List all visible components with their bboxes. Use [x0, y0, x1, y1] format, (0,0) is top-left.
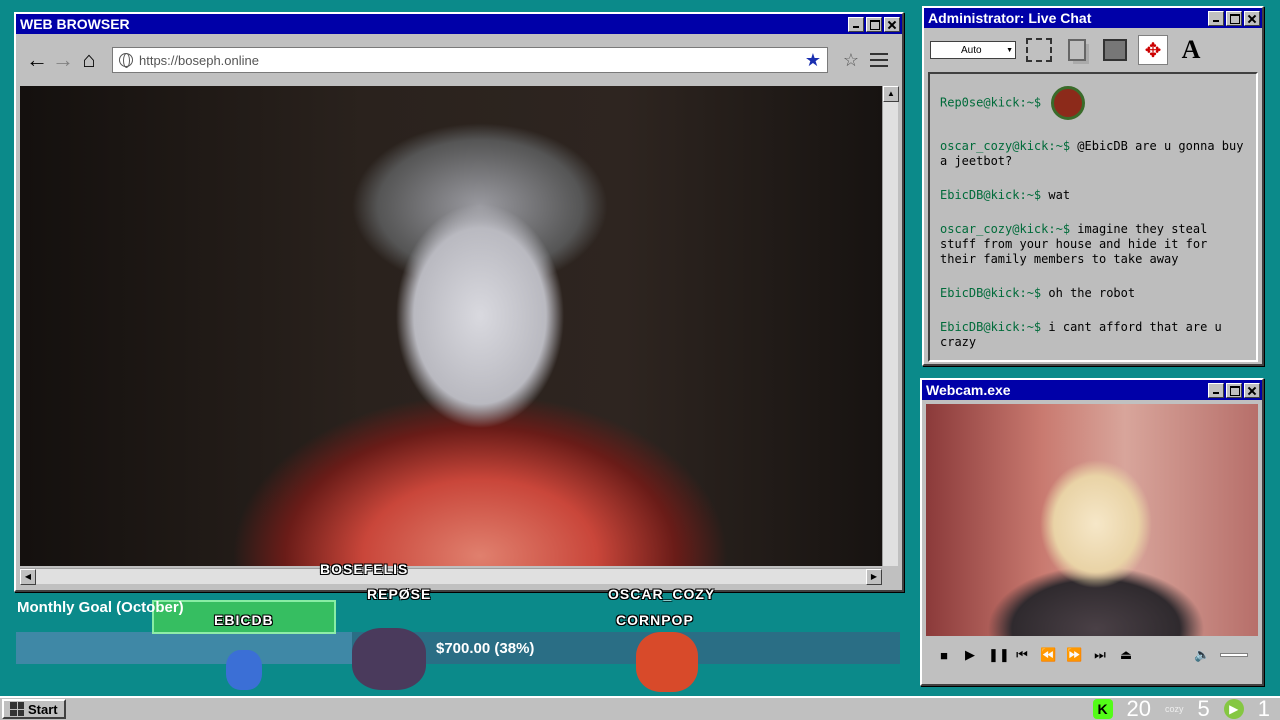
- viewer-name: OSCAR_COZY: [608, 586, 716, 602]
- start-button[interactable]: Start: [2, 699, 66, 719]
- menu-icon[interactable]: [870, 53, 888, 67]
- chat-user: EbicDB@kick:~$: [940, 188, 1042, 202]
- goal-label: Monthly Goal (October): [17, 599, 184, 616]
- start-label: Start: [28, 701, 58, 717]
- rumble-icon[interactable]: ▶: [1223, 699, 1244, 719]
- horizontal-scrollbar[interactable]: ◀ ▶: [20, 568, 882, 585]
- copy-icon[interactable]: [1062, 35, 1092, 65]
- chat-message: EbicDB@kick:~$ oh the robot: [940, 286, 1246, 301]
- paste-icon[interactable]: [1100, 35, 1130, 65]
- font-icon[interactable]: A: [1176, 35, 1206, 65]
- back-arrow-icon[interactable]: ←: [24, 47, 50, 73]
- maximize-button[interactable]: [1226, 382, 1242, 398]
- play-icon[interactable]: ▶: [962, 647, 978, 663]
- stop-icon[interactable]: ■: [936, 648, 952, 663]
- chat-message: EbicDB@kick:~$ i cant afford that are u …: [940, 320, 1246, 350]
- close-button[interactable]: [1244, 382, 1260, 398]
- volume-icon[interactable]: 🔈: [1194, 647, 1210, 663]
- emote-icon: [1051, 86, 1086, 120]
- browser-title: WEB BROWSER: [20, 16, 130, 32]
- minimize-button[interactable]: [1208, 382, 1224, 398]
- vertical-scrollbar[interactable]: ▲: [882, 86, 899, 566]
- home-icon[interactable]: ⌂: [76, 47, 102, 73]
- cozy-viewer-count: 5: [1197, 696, 1210, 720]
- chat-title: Administrator: Live Chat: [928, 10, 1092, 26]
- browser-window: WEB BROWSER ← → ⌂ https://boseph.online …: [14, 12, 904, 592]
- kick-viewer-count: 20: [1126, 696, 1151, 720]
- scroll-right-icon[interactable]: ▶: [866, 569, 882, 585]
- skip-forward-icon[interactable]: ⏭: [1092, 647, 1108, 663]
- eject-icon[interactable]: ⏏: [1118, 647, 1134, 663]
- chat-user: oscar_cozy@kick:~$: [940, 139, 1071, 153]
- chat-message: oscar_cozy@kick:~$ imagine they steal st…: [940, 222, 1246, 267]
- maximize-button[interactable]: [1226, 10, 1242, 26]
- webcam-title: Webcam.exe: [926, 382, 1011, 398]
- chat-text: oh the robot: [1048, 286, 1136, 300]
- rumble-viewer-count: 1: [1257, 696, 1270, 720]
- scroll-up-icon[interactable]: ▲: [883, 86, 899, 102]
- pause-icon[interactable]: ❚❚: [988, 647, 1010, 663]
- forward-arrow-icon[interactable]: →: [50, 47, 76, 73]
- chat-user: EbicDB@kick:~$: [940, 320, 1042, 334]
- webcam-titlebar[interactable]: Webcam.exe: [922, 380, 1262, 400]
- viewer-name: REPØSE: [367, 586, 432, 602]
- chat-text: wat: [1048, 188, 1071, 202]
- maximize-button[interactable]: [866, 16, 882, 32]
- globe-icon: [119, 53, 133, 68]
- video-frame: [20, 86, 882, 566]
- webcam-feed: [926, 404, 1258, 636]
- windows-logo-icon: [10, 702, 24, 716]
- minimize-button[interactable]: [1208, 10, 1224, 26]
- viewer-name: CORNPOP: [616, 612, 694, 628]
- rewind-icon[interactable]: ⏪: [1040, 647, 1056, 663]
- goal-progress-text: $700.00 (38%): [436, 640, 535, 657]
- bookmark-star-filled-icon[interactable]: ★: [805, 50, 821, 71]
- select-icon[interactable]: [1024, 35, 1054, 65]
- zoom-select[interactable]: Auto: [930, 41, 1016, 59]
- close-button[interactable]: [1244, 10, 1260, 26]
- goal-progress-fill: [16, 632, 352, 664]
- viewer-avatar-sprite: [226, 650, 262, 690]
- browser-navbar: ← → ⌂ https://boseph.online ★ ☆: [18, 36, 900, 84]
- viewer-name: BOSEFELIS: [320, 561, 409, 577]
- fast-forward-icon[interactable]: ⏩: [1066, 647, 1082, 663]
- chat-message: EbicDB@kick:~$ wat: [940, 188, 1246, 203]
- webcam-window: Webcam.exe ■ ▶ ❚❚ ⏮ ⏪ ⏩ ⏭ ⏏ 🔈: [920, 378, 1264, 686]
- viewer-avatar-sprite: [636, 632, 698, 692]
- address-bar[interactable]: https://boseph.online ★: [112, 47, 828, 73]
- chat-user: EbicDB@kick:~$: [940, 286, 1042, 300]
- close-button[interactable]: [884, 16, 900, 32]
- volume-slider[interactable]: [1220, 653, 1248, 657]
- chat-window: Administrator: Live Chat Auto ✥ A Rep0se…: [922, 6, 1264, 366]
- scroll-left-icon[interactable]: ◀: [20, 569, 36, 585]
- cozy-label: cozy: [1164, 704, 1184, 714]
- minimize-button[interactable]: [848, 16, 864, 32]
- chat-user: Rep0se@kick:~$: [940, 95, 1042, 110]
- browser-titlebar[interactable]: WEB BROWSER: [16, 14, 902, 34]
- move-icon[interactable]: ✥: [1138, 35, 1168, 65]
- chat-log[interactable]: Rep0se@kick:~$ oscar_cozy@kick:~$ @EbicD…: [928, 72, 1258, 362]
- browser-content-video[interactable]: [20, 86, 882, 566]
- chat-user: oscar_cozy@kick:~$: [940, 222, 1071, 236]
- viewer-avatar-sprite: [352, 628, 426, 690]
- viewer-name: EBICDB: [214, 612, 274, 628]
- media-controls: ■ ▶ ❚❚ ⏮ ⏪ ⏩ ⏭ ⏏ 🔈: [926, 642, 1258, 668]
- chat-message: oscar_cozy@kick:~$ @EbicDB are u gonna b…: [940, 139, 1246, 169]
- taskbar: Start K 20 cozy 5 ▶ 1: [0, 696, 1280, 720]
- url-text: https://boseph.online: [139, 52, 259, 68]
- kick-icon[interactable]: K: [1092, 699, 1113, 719]
- system-tray: K 20 cozy 5 ▶ 1: [1092, 696, 1270, 720]
- skip-back-icon[interactable]: ⏮: [1014, 647, 1030, 663]
- chat-titlebar[interactable]: Administrator: Live Chat: [924, 8, 1262, 28]
- chat-toolbar: Auto ✥ A: [926, 30, 1260, 70]
- bookmark-star-icon[interactable]: ☆: [838, 47, 864, 73]
- chat-message: Rep0se@kick:~$: [940, 86, 1246, 120]
